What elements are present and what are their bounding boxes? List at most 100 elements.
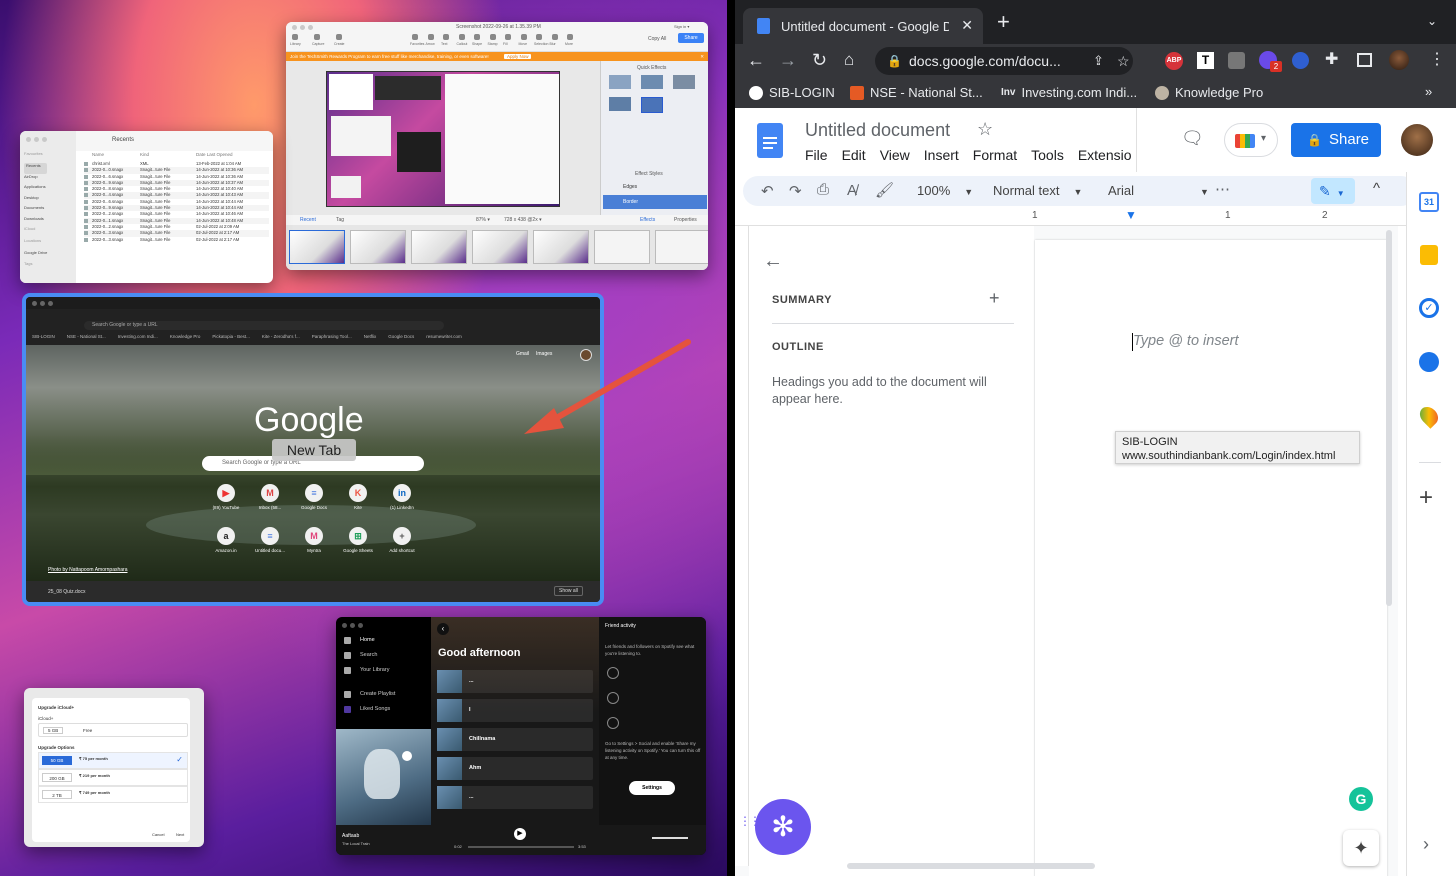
comments-icon[interactable]: 🗨	[1181, 128, 1204, 149]
shortcut-tile[interactable]: a Amazon.in	[204, 527, 248, 567]
contacts-icon[interactable]	[1419, 352, 1439, 372]
horizontal-scrollbar[interactable]	[847, 863, 1095, 869]
side-panel-icon[interactable]	[1357, 53, 1372, 67]
meet-button[interactable]: ▾	[1224, 123, 1278, 157]
track-row[interactable]: ...	[437, 786, 593, 809]
adblock-icon[interactable]: ABP	[1165, 52, 1183, 70]
profile-avatar[interactable]	[1389, 50, 1409, 70]
snowflake-action-button[interactable]: ✻	[755, 799, 811, 855]
split-divider[interactable]	[727, 0, 735, 876]
properties-button[interactable]: Properties	[674, 215, 697, 225]
effect-thumb[interactable]	[609, 75, 631, 89]
column-header[interactable]: Name	[92, 152, 104, 157]
calendar-icon[interactable]: 31	[1419, 192, 1439, 212]
copy-all-button[interactable]: Copy All	[648, 36, 666, 42]
nav-item[interactable]: Your Library	[344, 667, 430, 691]
add-addon-icon[interactable]: +	[1419, 484, 1433, 512]
spotify-window[interactable]: Home Search Your Library Create Playlist Lik…	[336, 617, 706, 855]
now-playing-title[interactable]: Aaftaab	[342, 833, 359, 839]
hide-panel-icon[interactable]: ›	[1423, 834, 1429, 855]
nav-item[interactable]: Search	[344, 652, 430, 667]
close-icon[interactable]: ✕	[961, 17, 973, 34]
tray-thumbnail[interactable]	[472, 230, 528, 264]
track-row[interactable]: ...	[437, 670, 593, 693]
tray-thumbnail[interactable]	[350, 230, 406, 264]
play-button[interactable]: ▶	[514, 828, 526, 840]
snagit-canvas[interactable]	[286, 61, 600, 233]
close-icon[interactable]: ✕	[700, 52, 704, 61]
new-tab-button[interactable]: +	[997, 11, 1010, 33]
extensions-puzzle-icon[interactable]: ✚	[1325, 52, 1338, 68]
menu-file[interactable]: File	[805, 147, 828, 163]
tag-tab[interactable]: Tag	[336, 215, 344, 225]
snagit-tool[interactable]: Create	[334, 42, 345, 46]
snagit-tool[interactable]: Fill	[503, 42, 507, 46]
nav-item[interactable]: Home	[344, 637, 430, 652]
apply-now-button[interactable]: Apply Now	[503, 54, 532, 59]
mini-bookmark[interactable]: Pickatopia - Best...	[212, 334, 250, 343]
grammarly-icon[interactable]: G	[1349, 787, 1373, 811]
tab-search-icon[interactable]: ⌄	[1427, 14, 1437, 28]
tray-thumbnail[interactable]	[594, 230, 650, 264]
settings-button[interactable]: Settings	[629, 781, 675, 795]
shortcut-tile[interactable]: ≡ Google Docs	[292, 484, 336, 524]
snagit-tool[interactable]: Callout	[457, 42, 468, 46]
omnibox[interactable]: 🔒 docs.google.com/docu... ⇪ ☆	[875, 47, 1133, 75]
snagit-tool[interactable]: Blur	[550, 42, 556, 46]
share-icon[interactable]: ⇪	[1093, 47, 1104, 75]
tray-thumbnail[interactable]	[655, 230, 708, 264]
column-header[interactable]: Date Last Opened	[196, 152, 233, 157]
close-outline-icon[interactable]: ←	[763, 250, 783, 273]
mini-bookmark[interactable]: Paraphrasing Tool...	[312, 334, 352, 343]
icloud-window[interactable]: Upgrade iCloud+ iCloud+ 5 GB Free Upgrad…	[24, 688, 204, 847]
track-row[interactable]: Chillnama	[437, 728, 593, 751]
insert-placeholder[interactable]: Type @ to insert	[1133, 333, 1239, 349]
zoom-select[interactable]: 100% ▼	[917, 183, 973, 198]
mini-bookmark[interactable]: SIB-LOGIN	[32, 334, 55, 343]
sidebar-item[interactable]: Downloads	[24, 216, 47, 227]
tray-thumbnail[interactable]	[411, 230, 467, 264]
effect-thumb[interactable]	[609, 97, 631, 111]
menu-edit[interactable]: Edit	[842, 147, 866, 163]
free-plan[interactable]: 5 GB Free	[38, 723, 188, 737]
mini-bookmark[interactable]: Netflix	[364, 334, 377, 343]
back-icon[interactable]: ‹	[437, 623, 449, 635]
kebab-menu-icon[interactable]: ⋮	[1429, 52, 1445, 68]
volume-slider[interactable]	[652, 837, 688, 839]
menu-extensio[interactable]: Extensio	[1078, 147, 1132, 163]
forward-icon[interactable]: →	[779, 51, 797, 69]
track-row[interactable]: I	[437, 699, 593, 722]
snagit-tool[interactable]: Shape	[472, 42, 482, 46]
shortcut-tile[interactable]: in (1) LinkedIn	[380, 484, 424, 524]
menu-view[interactable]: View	[880, 147, 910, 163]
shortcut-tile[interactable]: ≡ Untitled docu...	[248, 527, 292, 567]
tray-thumbnail[interactable]	[289, 230, 345, 264]
edges-row[interactable]: Edges	[603, 181, 707, 193]
nav-item[interactable]: Create Playlist	[344, 691, 430, 706]
snagit-window[interactable]: Screenshot 2022-09-26 at 1.35.39 PM Sign…	[286, 22, 708, 270]
docs-logo-icon[interactable]	[757, 123, 783, 158]
sidebar-item[interactable]: Applications	[24, 184, 47, 195]
snagit-tool[interactable]: Stamp	[488, 42, 498, 46]
menu-tools[interactable]: Tools	[1031, 147, 1064, 163]
shortcut-tile[interactable]: + Add shortcut	[380, 527, 424, 567]
reload-icon[interactable]: ↻	[812, 51, 827, 69]
maps-icon[interactable]	[1416, 403, 1442, 429]
download-item[interactable]: 25_08 Quiz.docx	[48, 589, 86, 595]
snagit-tool[interactable]: Move	[519, 42, 528, 46]
font-select[interactable]: Arial ▼	[1108, 183, 1209, 198]
nav-item[interactable]: Liked Songs	[344, 706, 430, 721]
column-header[interactable]: Kind	[140, 152, 149, 157]
star-icon[interactable]: ☆	[1117, 47, 1130, 75]
now-playing-artist[interactable]: The Local Train	[342, 841, 370, 846]
shortcut-tile[interactable]: M Inbox (58...	[248, 484, 292, 524]
track-row[interactable]: Ahm	[437, 757, 593, 780]
indent-marker[interactable]: ▼	[1125, 208, 1137, 222]
tasks-icon[interactable]: ✓	[1419, 298, 1439, 318]
sidebar-item[interactable]: Google Drive	[24, 250, 47, 261]
doc-title[interactable]: Untitled document	[805, 120, 950, 141]
mini-bookmark[interactable]: Investing.com Indi...	[118, 334, 158, 343]
bookmark-investing[interactable]: Inv Investing.com Indi...	[1001, 85, 1137, 100]
share-button[interactable]: 🔒 Share	[1291, 123, 1381, 157]
progress-bar[interactable]	[468, 846, 574, 848]
